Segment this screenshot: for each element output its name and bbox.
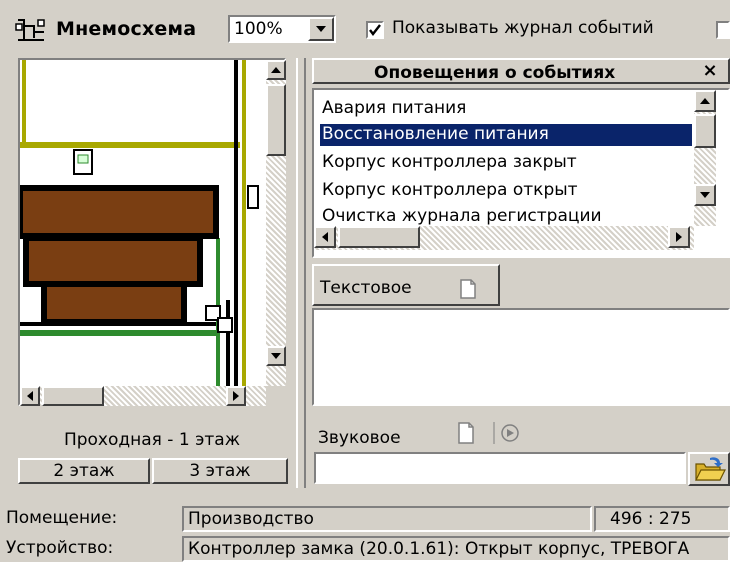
scroll-right-arrow-icon[interactable] [668, 226, 690, 248]
map-vscroll-thumb[interactable] [266, 84, 286, 156]
scroll-down-arrow-icon[interactable] [266, 346, 286, 366]
close-icon[interactable]: × [699, 61, 721, 83]
tab-floor-2[interactable]: 2 этаж [18, 458, 150, 484]
current-floor-label: Проходная - 1 этаж [63, 430, 241, 450]
room-block [23, 235, 203, 287]
room-label: Помещение: [6, 508, 118, 528]
window-title: Мнемосхема [56, 18, 197, 40]
events-vscroll-thumb[interactable] [694, 114, 716, 148]
map-vertical-scrollbar[interactable] [266, 60, 286, 386]
device-value: Контроллер замка (20.0.1.61): Открыт кор… [182, 536, 730, 562]
text-notification-label: Текстовое [320, 278, 412, 298]
text-notification-area[interactable] [312, 308, 730, 406]
wall-line [20, 142, 240, 148]
chevron-down-icon[interactable] [308, 17, 334, 41]
play-sound-icon[interactable] [492, 420, 526, 446]
scroll-left-arrow-icon[interactable] [314, 226, 336, 248]
map-canvas[interactable] [20, 60, 266, 386]
show-log-label: Показывать журнал событий [392, 18, 654, 38]
notifications-header: Оповещения о событиях × [312, 58, 730, 84]
zoom-select[interactable]: 100% [228, 15, 336, 43]
events-horizontal-scrollbar[interactable] [314, 226, 694, 250]
room-block [20, 185, 219, 239]
list-item[interactable]: Корпус контроллера закрыт [320, 152, 577, 174]
show-log-checkbox[interactable] [366, 21, 384, 39]
open-folder-icon [695, 457, 726, 481]
tab-floor-3[interactable]: 3 этаж [152, 458, 288, 484]
toolbar: Мнемосхема 100% Показывать журнал событи… [0, 0, 730, 50]
second-checkbox[interactable] [716, 21, 730, 39]
map-hscroll-thumb[interactable] [42, 386, 104, 406]
scroll-right-arrow-icon[interactable] [226, 386, 246, 406]
zoom-value: 100% [234, 19, 283, 39]
scroll-corner [266, 386, 286, 406]
events-list[interactable]: Авария питания Восстановление питания Ко… [312, 88, 730, 258]
scroll-up-arrow-icon[interactable] [694, 90, 716, 112]
open-folder-button[interactable] [688, 452, 730, 486]
events-vertical-scrollbar[interactable] [694, 90, 716, 226]
new-document-icon[interactable] [454, 420, 478, 446]
list-item[interactable]: Авария питания [320, 98, 466, 120]
text-notification-tab[interactable]: Текстовое [312, 264, 500, 306]
coordinates-readout: 496 : 275 [594, 506, 730, 532]
list-item[interactable]: Очистка журнала регистрации [320, 206, 602, 226]
room-block [41, 281, 187, 325]
list-item-selected[interactable]: Восстановление питания [320, 124, 692, 146]
wall-line [22, 60, 26, 142]
map-horizontal-scrollbar[interactable] [20, 386, 266, 406]
sound-file-input[interactable] [314, 452, 686, 484]
map-panel [18, 58, 286, 406]
events-hscroll-thumb[interactable] [338, 226, 420, 248]
scroll-left-arrow-icon[interactable] [20, 386, 40, 406]
scroll-down-arrow-icon[interactable] [694, 184, 716, 206]
scroll-up-arrow-icon[interactable] [266, 60, 286, 80]
panel-splitter[interactable] [296, 58, 306, 488]
sound-notification-label: Звуковое [318, 428, 401, 448]
list-item[interactable]: Корпус контроллера открыт [320, 180, 578, 202]
scheme-icon [14, 18, 48, 42]
device-label: Устройство: [6, 538, 114, 558]
new-document-icon[interactable] [456, 278, 480, 300]
room-value: Производство [182, 506, 592, 532]
notifications-title: Оповещения о событиях [374, 63, 616, 83]
